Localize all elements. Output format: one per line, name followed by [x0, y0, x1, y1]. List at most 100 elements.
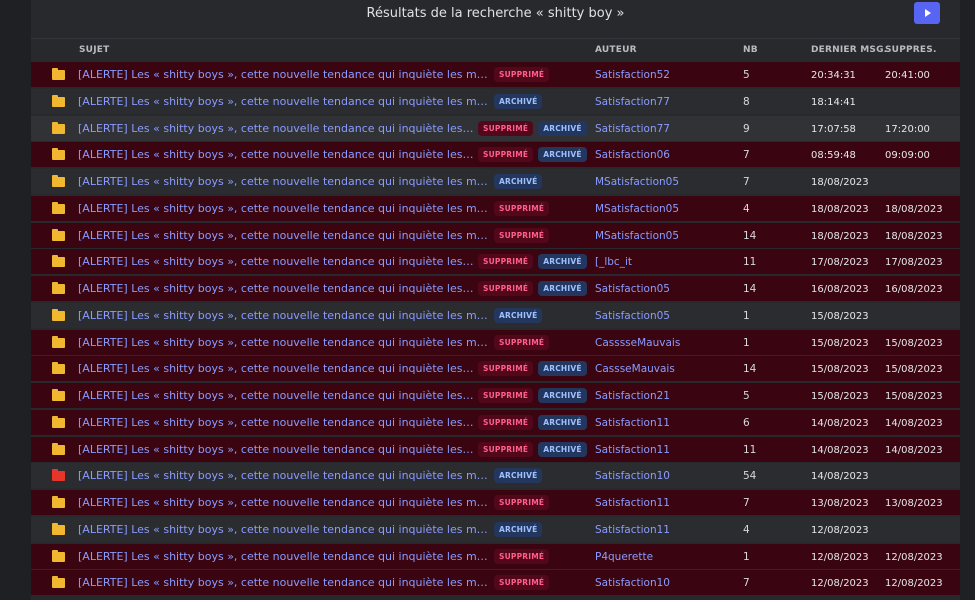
topic-subject-link[interactable]: [ALERTE] Les « shitty boys », cette nouv…: [78, 496, 490, 509]
table-row[interactable]: [ALERTE] Les « shitty boys », cette nouv…: [31, 276, 960, 301]
message-count: 7: [743, 149, 750, 162]
table-row[interactable]: [ALERTE] Les « shitty boys », cette nouv…: [31, 409, 960, 435]
topic-subject-link[interactable]: [ALERTE] Les « shitty boys », cette nouv…: [78, 362, 474, 375]
topic-author-link[interactable]: Satisfaction10: [595, 470, 670, 482]
topic-author-link[interactable]: MSatisfaction05: [595, 176, 679, 188]
topic-author-link[interactable]: Satisfaction10: [595, 577, 670, 589]
message-count: 1: [743, 336, 750, 349]
topic-subject-link[interactable]: [ALERTE] Les « shitty boys », cette nouv…: [78, 68, 490, 81]
last-message-date: 17:07:58: [811, 123, 856, 135]
topic-author-link[interactable]: CasssseMauvais: [595, 337, 680, 349]
next-page-button[interactable]: [914, 2, 940, 24]
topic-author-link[interactable]: Satisfaction05: [595, 283, 670, 295]
topic-subject-link[interactable]: [ALERTE] Les « shitty boys », cette nouv…: [78, 389, 474, 402]
topic-author-link[interactable]: Satisfaction11: [595, 497, 670, 509]
topic-subject-link[interactable]: [ALERTE] Les « shitty boys », cette nouv…: [78, 309, 490, 322]
topic-author-link[interactable]: [_lbc_it: [595, 256, 632, 268]
topic-author-link[interactable]: Satisfaction11: [595, 524, 670, 536]
table-row[interactable]: [ALERTE] Les « shitty boys », cette nouv…: [31, 195, 960, 221]
folder-icon: [52, 362, 65, 375]
topic-subject-link[interactable]: [ALERTE] Les « shitty boys », cette nouv…: [78, 282, 474, 295]
column-last-message[interactable]: DERNIER MSG.: [811, 45, 887, 55]
topic-author-link[interactable]: Satisfaction11: [595, 444, 670, 456]
folder-icon: [52, 255, 65, 268]
last-message-date: 17/08/2023: [811, 257, 869, 269]
last-message-date: 12/08/2023: [811, 551, 869, 563]
topic-author-link[interactable]: CassseMauvais: [595, 363, 675, 375]
table-row[interactable]: [ALERTE] Les « shitty boys », cette nouv…: [31, 62, 960, 87]
topic-author-link[interactable]: Satisfaction77: [595, 96, 670, 108]
table-row[interactable]: [ALERTE] Les « shitty boys », cette nouv…: [31, 302, 960, 328]
topic-author-link[interactable]: Satisfaction11: [595, 417, 670, 429]
table-row[interactable]: [ALERTE] Les « shitty boys », cette nouv…: [31, 249, 960, 275]
topic-author-link[interactable]: MSatisfaction05: [595, 230, 679, 242]
table-row[interactable]: [ALERTE] Les « shitty boys », cette nouv…: [31, 543, 960, 569]
column-author[interactable]: AUTEUR: [595, 45, 637, 55]
message-count: 4: [743, 202, 750, 215]
folder-icon: [52, 148, 65, 161]
topic-subject-link[interactable]: [ALERTE] Les « shitty boys », cette nouv…: [78, 229, 490, 242]
column-count[interactable]: NB: [743, 45, 758, 55]
column-subject[interactable]: SUJET: [79, 45, 109, 55]
table-row[interactable]: [ALERTE] Les « shitty boys », cette nouv…: [31, 463, 960, 489]
deleted-badge: SUPPRIMÉ: [494, 200, 550, 216]
table-row[interactable]: [ALERTE] Les « shitty boys », cette nouv…: [31, 383, 960, 408]
topic-author-link[interactable]: P4querette: [595, 551, 653, 563]
status-badges: SUPPRIMÉ: [494, 548, 550, 564]
status-badges: SUPPRIMÉ ARCHIVÉ: [478, 281, 587, 296]
archived-badge: ARCHIVÉ: [538, 254, 587, 270]
table-row[interactable]: [ALERTE] Les « shitty boys », cette nouv…: [31, 490, 960, 515]
folder-icon: [52, 549, 65, 562]
folder-icon: [52, 522, 65, 535]
topic-subject-link[interactable]: [ALERTE] Les « shitty boys », cette nouv…: [78, 95, 490, 108]
table-row[interactable]: [ALERTE] Les « shitty boys », cette nouv…: [31, 436, 960, 462]
status-badges: SUPPRIMÉ: [494, 575, 550, 591]
folder-icon: [52, 175, 65, 187]
status-badges: SUPPRIMÉ ARCHIVÉ: [478, 120, 587, 136]
table-row[interactable]: [ALERTE] Les « shitty boys », cette nouv…: [31, 222, 960, 248]
topic-author-link[interactable]: Satisfaction06: [595, 149, 670, 161]
deleted-badge: SUPPRIMÉ: [478, 254, 534, 270]
deleted-badge: SUPPRIMÉ: [494, 548, 550, 564]
topic-subject-link[interactable]: [ALERTE] Les « shitty boys », cette nouv…: [78, 202, 490, 215]
table-row[interactable]: [ALERTE] Les « shitty boys », cette nouv…: [31, 88, 960, 114]
topic-author-link[interactable]: Satisfaction77: [595, 123, 670, 135]
topic-author-link[interactable]: Satisfaction05: [595, 310, 670, 322]
message-count: 1: [743, 309, 750, 322]
topic-subject-link[interactable]: [ALERTE] Les « shitty boys », cette nouv…: [78, 443, 474, 456]
topic-author-link[interactable]: MSatisfaction05: [595, 203, 679, 215]
table-row[interactable]: [ALERTE] Les « shitty boys », cette nouv…: [31, 516, 960, 542]
topic-subject-link[interactable]: [ALERTE] Les « shitty boys », cette nouv…: [78, 255, 474, 268]
topic-subject-link[interactable]: [ALERTE] Les « shitty boys », cette nouv…: [78, 416, 474, 429]
folder-icon: [52, 201, 65, 214]
topic-subject-link[interactable]: [ALERTE] Les « shitty boys », cette nouv…: [78, 469, 490, 482]
topic-subject-link[interactable]: [ALERTE] Les « shitty boys », cette nouv…: [78, 523, 490, 536]
topic-subject-link[interactable]: [ALERTE] Les « shitty boys », cette nouv…: [78, 175, 490, 188]
table-row[interactable]: [ALERTE] Les « shitty boys », cette nouv…: [31, 115, 960, 141]
archived-badge: ARCHIVÉ: [538, 120, 587, 136]
topic-subject-link[interactable]: [ALERTE] Les « shitty boys », cette nouv…: [78, 148, 474, 161]
topic-subject-link[interactable]: [ALERTE] Les « shitty boys », cette nouv…: [78, 122, 474, 135]
table-row[interactable]: [ALERTE] Les « shitty boys », cette nouv…: [31, 570, 960, 596]
last-message-date: 16/08/2023: [811, 284, 869, 295]
table-row[interactable]: [ALERTE] Les « shitty boys », cette nouv…: [31, 142, 960, 168]
table-header: SUJET AUTEUR NB DERNIER MSG. SUPPRES.: [31, 40, 960, 62]
topic-author-link[interactable]: Satisfaction52: [595, 69, 670, 81]
table-row[interactable]: [ALERTE] Les « shitty boys », cette nouv…: [31, 329, 960, 355]
deleted-date: 13/08/2023: [885, 498, 943, 509]
status-badges: ARCHIVÉ: [494, 521, 543, 537]
topic-author-link[interactable]: Satisfaction21: [595, 390, 670, 402]
topic-subject-link[interactable]: [ALERTE] Les « shitty boys », cette nouv…: [78, 336, 490, 349]
topic-subject-link[interactable]: [ALERTE] Les « shitty boys », cette nouv…: [78, 576, 490, 589]
archived-badge: ARCHIVÉ: [538, 361, 587, 377]
archived-badge: ARCHIVÉ: [494, 93, 543, 109]
status-badges: SUPPRIMÉ ARCHIVÉ: [478, 254, 587, 270]
status-badges: SUPPRIMÉ: [494, 334, 550, 350]
table-row[interactable]: [ALERTE] Les « shitty boys », cette nouv…: [31, 356, 960, 382]
topic-subject-link[interactable]: [ALERTE] Les « shitty boys », cette nouv…: [78, 550, 490, 563]
column-deleted-at[interactable]: SUPPRES.: [885, 45, 937, 55]
table-row[interactable]: [ALERTE] Les « shitty boys », cette nouv…: [31, 169, 960, 194]
message-count: 7: [743, 176, 750, 188]
status-badges: SUPPRIMÉ: [494, 67, 550, 82]
message-count: 4: [743, 523, 750, 536]
